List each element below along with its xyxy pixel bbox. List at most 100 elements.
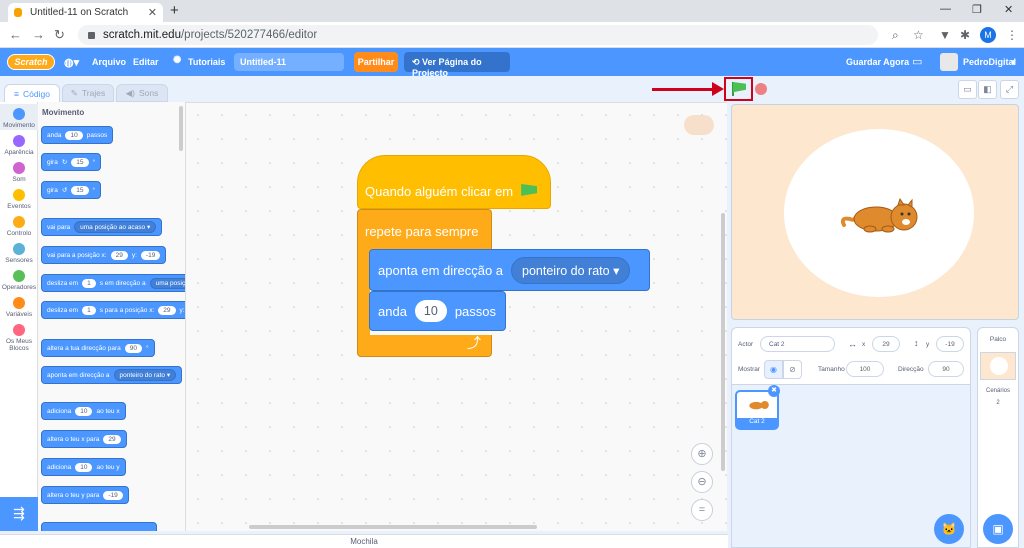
sprite-name-input[interactable]: Cat 2 [760,336,835,352]
block-number-input[interactable]: 10 [75,462,93,472]
add-backdrop-button[interactable]: ▣ [983,514,1013,544]
category-sound[interactable]: Som [0,162,38,183]
category-motion[interactable]: Movimento [0,104,38,130]
fullscreen-icon[interactable]: ⤢ [1000,80,1019,99]
zoom-lens-icon[interactable]: ⌕ [892,28,899,43]
category-looks[interactable]: Aparência [0,135,38,156]
large-stage-icon[interactable]: ◧ [978,80,997,99]
block-number-input[interactable]: -19 [140,250,161,260]
username-menu[interactable]: PedroDigital [963,57,1016,67]
user-menu-caret-icon[interactable]: ▾ [1011,57,1016,68]
menu-file[interactable]: Arquivo [92,57,126,67]
point-towards-dropdown[interactable]: ponteiro do rato ▾ [511,256,631,284]
palette-block-point-towards[interactable]: aponta em direcção a ponteiro do rato ▾ [41,366,183,384]
block-number-input[interactable]: 29 [158,305,176,315]
close-window-icon[interactable]: ✕ [1004,3,1013,16]
show-hidden-icon[interactable]: ⊘ [783,360,802,379]
block-dropdown[interactable]: uma posição ao acaso ▾ [74,221,157,233]
block-number-input[interactable]: 90 [124,343,142,353]
zoom-in-icon[interactable]: ⊕ [691,443,713,465]
category-sensing[interactable]: Sensores [0,243,38,264]
cat-sprite-icon[interactable] [840,197,924,237]
code-area[interactable]: Quando alguém clicar em repete para semp… [186,102,727,531]
code-vertical-scrollbar[interactable] [721,213,725,471]
palette-block-goto[interactable]: vai para uma posição ao acaso ▾ [41,218,163,236]
palette-block-move[interactable]: anda 10 passos [41,126,114,144]
palette-block-glide-to[interactable]: desliza em1s em direcção auma posição [41,274,185,292]
block-number-input[interactable]: 15 [71,185,89,195]
zoom-out-icon[interactable]: ⊖ [691,471,713,493]
block-number-input[interactable]: 1 [82,305,96,315]
show-visible-icon[interactable]: ◉ [764,360,783,379]
palette-block-glide-xy[interactable]: desliza em 1 s para a posição x: 29 y: [41,301,185,319]
category-events[interactable]: Eventos [0,189,38,210]
stage-canvas[interactable] [731,104,1019,320]
tab-costumes[interactable]: ✎ Trajes [62,84,114,102]
tab-code[interactable]: ≡ Código [4,84,60,102]
minimize-icon[interactable]: — [940,3,951,15]
direction-input[interactable]: 90 [928,361,964,377]
bookmark-star-icon[interactable]: ☆ [913,28,924,42]
palette-block-partial[interactable] [41,522,157,531]
point-towards-block[interactable]: aponta em direcção a ponteiro do rato ▾ [369,249,650,291]
backpack-bar[interactable]: Mochila [0,534,728,548]
reload-icon[interactable]: ↻ [54,27,65,43]
restore-icon[interactable]: ❐ [972,3,982,16]
block-number-input[interactable]: 1 [82,278,96,288]
block-dropdown[interactable]: ponteiro do rato ▾ [113,369,177,381]
user-avatar[interactable] [940,53,958,71]
category-control[interactable]: Controlo [0,216,38,237]
add-extension-button[interactable]: ⇶ [0,497,38,531]
palette-block-change-x[interactable]: adiciona 10 ao teu x [41,402,126,420]
save-now-button[interactable]: Guardar Agora [846,57,909,67]
project-title-input[interactable]: Untitled-11 [234,53,344,71]
forward-arrow-icon[interactable]: → [32,27,45,42]
palette-block-turn-right[interactable]: gira ↻ 15 ° [41,153,102,171]
x-input[interactable]: 29 [872,336,900,352]
palette-block-change-y[interactable]: adiciona 10 ao teu y [41,458,126,476]
category-my-blocks[interactable]: Os Meus Blocos [0,324,38,352]
y-input[interactable]: -19 [936,336,964,352]
block-number-input[interactable]: 29 [103,434,121,444]
move-steps-input[interactable]: 10 [414,300,447,322]
tab-sounds[interactable]: ◀) Sons [116,84,168,102]
new-tab-icon[interactable]: + [170,2,179,19]
block-number-input[interactable]: 29 [110,250,128,260]
small-stage-icon[interactable]: ▭ [958,80,977,99]
share-button[interactable]: Partilhar [354,52,398,72]
extension-filter-icon[interactable]: ▼ [939,28,951,42]
move-steps-block[interactable]: anda 10 passos [369,291,506,331]
profile-avatar[interactable]: M [980,27,996,43]
add-sprite-button[interactable]: 🐱 [934,514,964,544]
see-project-page-button[interactable]: ⟲ Ver Página do Projecto [404,52,510,78]
browser-tab[interactable]: Untitled-11 on Scratch ✕ [8,3,163,22]
block-number-input[interactable]: 10 [75,406,93,416]
menu-edit[interactable]: Editar [133,57,159,67]
back-arrow-icon[interactable]: ← [9,27,22,42]
palette-block-set-y[interactable]: altera o teu y para -19 [41,486,129,504]
delete-sprite-icon[interactable]: ✖ [768,385,780,397]
extensions-puzzle-icon[interactable]: ✱ [960,28,970,42]
palette-scrollbar[interactable] [179,106,183,151]
block-number-input[interactable]: 15 [71,157,89,167]
stage-thumbnail[interactable] [980,352,1016,380]
language-globe-icon[interactable]: ◍▾ [64,56,79,69]
palette-block-point-direction[interactable]: altera a tua direcção para 90 ° [41,339,155,357]
category-operators[interactable]: Operadores [0,270,38,291]
zoom-reset-icon[interactable]: = [691,499,713,521]
block-dropdown[interactable]: uma posição [149,277,185,289]
code-horizontal-scrollbar[interactable] [249,525,537,529]
palette-block-goto-xy[interactable]: vai para a posição x: 29 y: -19 [41,246,167,264]
menu-tutorials[interactable]: Tutoriais [188,57,225,67]
browser-menu-icon[interactable]: ⋮ [1006,28,1018,42]
size-input[interactable]: 100 [846,361,884,377]
block-number-input[interactable]: -19 [103,490,123,500]
block-number-input[interactable]: 10 [65,130,83,140]
my-stuff-folder-icon[interactable]: ▭ [912,55,922,68]
category-variables[interactable]: Variáveis [0,297,38,318]
when-flag-clicked-block[interactable]: Quando alguém clicar em [357,155,551,209]
url-input[interactable]: scratch.mit.edu/projects/520277466/edito… [78,25,878,45]
palette-block-turn-left[interactable]: gira ↺ 15 ° [41,181,102,199]
close-tab-icon[interactable]: ✕ [148,6,157,19]
stop-icon[interactable] [755,83,767,95]
